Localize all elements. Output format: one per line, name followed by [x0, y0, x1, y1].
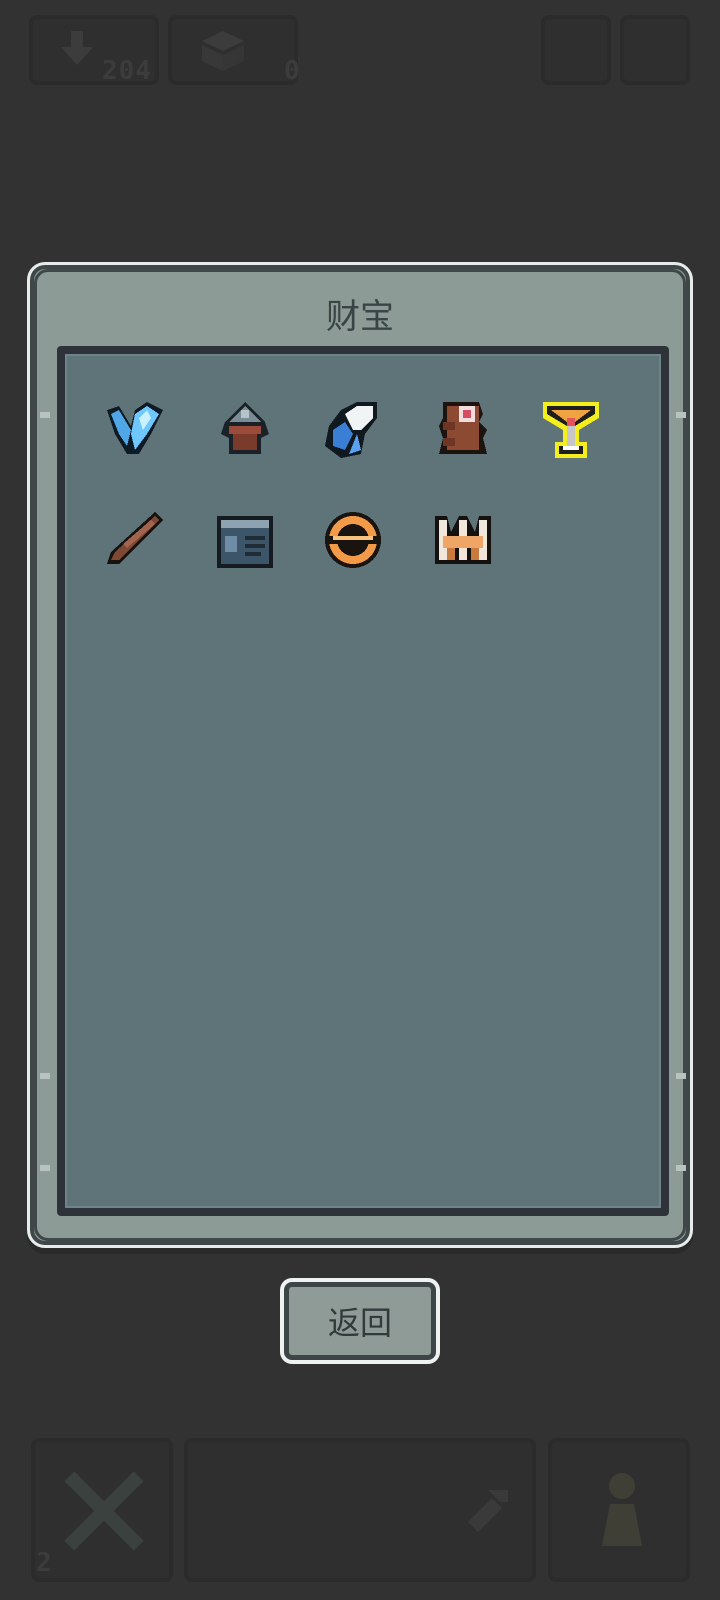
hammer-icon	[468, 1490, 508, 1532]
download-icon	[61, 31, 93, 65]
brown-totem-icon	[439, 402, 487, 454]
frame-notch	[676, 1165, 686, 1171]
character-icon	[602, 1473, 642, 1546]
blue-box-icon	[217, 516, 273, 568]
treasure-slot-golden-chalice[interactable]	[535, 394, 607, 466]
frame-notch	[676, 1073, 686, 1079]
treasure-slot-orange-ring[interactable]	[317, 504, 389, 576]
bottom-center-panel	[184, 1438, 536, 1582]
frame-notch	[40, 412, 50, 418]
dialog-title: 财宝	[326, 297, 394, 337]
back-button[interactable]: 返回	[280, 1278, 440, 1364]
treasure-slot-blue-crystal[interactable]	[99, 394, 171, 466]
boxes-count: 0	[284, 56, 301, 86]
frame-notch	[676, 412, 686, 418]
bottom-left-count: 2	[36, 1548, 53, 1578]
treasure-slot-brown-totem[interactable]	[427, 394, 499, 466]
downloads-count: 204	[102, 56, 152, 86]
blue-white-claw-icon	[325, 402, 377, 458]
brown-stick-icon	[107, 512, 163, 564]
bottom-right-button[interactable]	[548, 1438, 690, 1582]
spiked-helmet-icon	[221, 402, 269, 454]
crown-claw-icon	[435, 516, 491, 564]
treasure-slot-brown-stick[interactable]	[99, 504, 171, 576]
top-right-button-1[interactable]	[541, 15, 611, 85]
orange-ring-icon	[325, 512, 381, 568]
treasure-slot-spiked-helmet[interactable]	[209, 394, 281, 466]
treasure-dialog: 财宝	[27, 262, 693, 1248]
blue-crystal-icon	[107, 402, 163, 454]
back-button-label: 返回	[284, 1282, 436, 1360]
treasure-grid	[57, 346, 669, 1216]
cross-swords-icon	[64, 1471, 144, 1551]
box-icon	[202, 31, 244, 71]
golden-chalice-icon	[543, 402, 599, 458]
treasure-slot-blue-box[interactable]	[209, 504, 281, 576]
top-right-button-2[interactable]	[620, 15, 690, 85]
frame-notch	[40, 1165, 50, 1171]
frame-notch	[40, 1073, 50, 1079]
treasure-slot-blue-white-claw[interactable]	[317, 394, 389, 466]
treasure-slot-crown-claw[interactable]	[427, 504, 499, 576]
boxes-button[interactable]	[168, 15, 298, 85]
